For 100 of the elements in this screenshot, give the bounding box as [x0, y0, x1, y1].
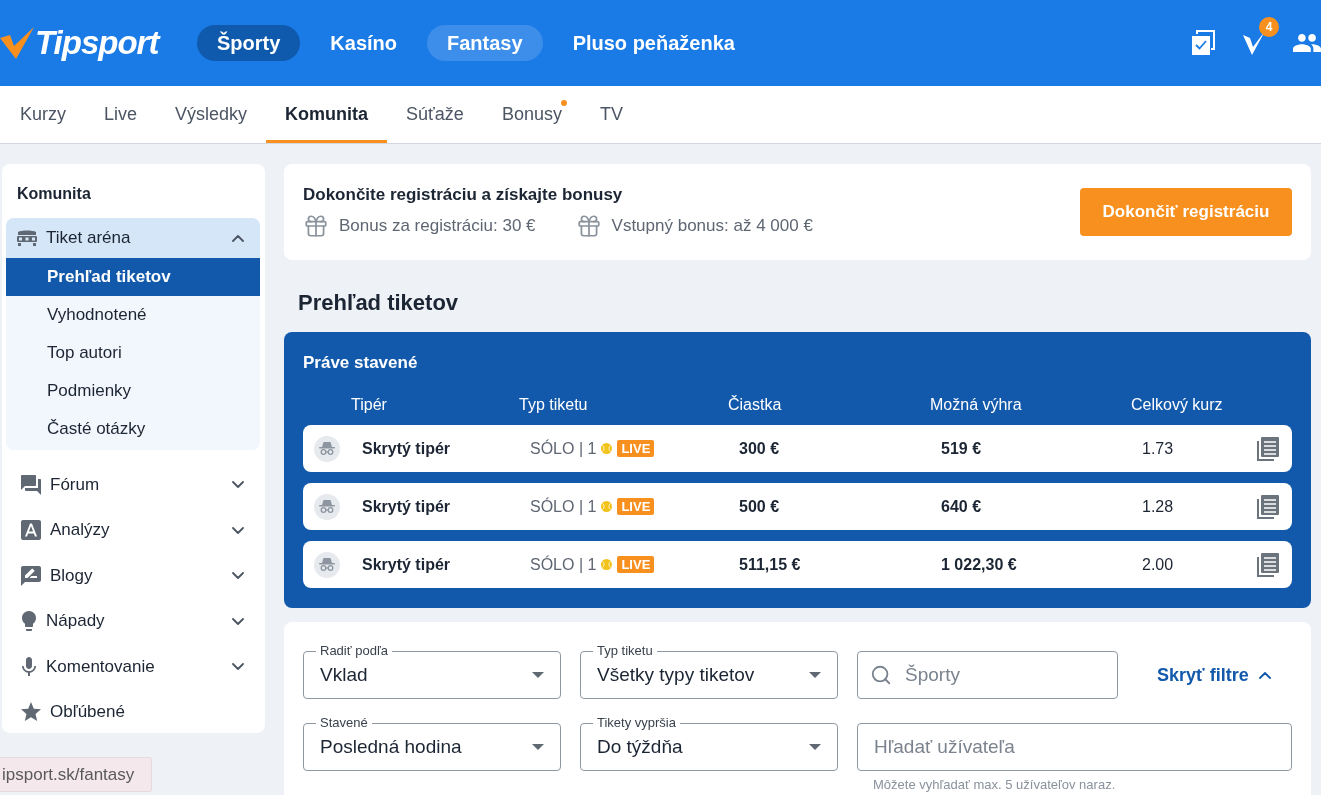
sidebar-item-label: Komentovanie	[46, 656, 156, 677]
section-tab[interactable]: Výsledky	[156, 86, 267, 143]
dropdown-caret-icon	[532, 744, 544, 750]
sidebar-item[interactable]: Blogy	[6, 553, 260, 599]
sidebar-item[interactable]: Tiket aréna	[6, 218, 260, 258]
bonus-text: Vstupný bonus: až 4 000 €	[611, 216, 813, 236]
ball-icon	[601, 559, 613, 570]
column-header: Typ tiketu	[519, 396, 589, 414]
document-stack-icon[interactable]	[1256, 435, 1280, 462]
ticket-row[interactable]: Skrytý tipér SÓLO | 1 LIVE 511,15 € 1 022,30 € 2.00	[303, 541, 1292, 588]
ticket-row[interactable]: Skrytý tipér SÓLO | 1 LIVE 500 € 640 € 1.28	[303, 483, 1292, 530]
people-icon[interactable]	[1293, 33, 1321, 53]
sport-search-field[interactable]: Športy	[857, 651, 1118, 699]
nav-tab[interactable]: Pluso peňaženka	[552, 25, 755, 61]
sidebar-item-label: Nápady	[46, 611, 106, 632]
section-tab[interactable]: Súťaže	[387, 86, 483, 143]
dropdown-caret-icon	[809, 672, 821, 678]
section-tab[interactable]: Kurzy	[1, 86, 85, 143]
tipper-name: Skrytý tipér	[362, 439, 452, 458]
sidebar-subitem[interactable]: Podmienky	[6, 372, 260, 410]
ticket-type: SÓLO | 1	[530, 555, 597, 574]
letter-tile-icon	[21, 520, 41, 541]
sidebar-item-label: Fórum	[50, 474, 101, 495]
sidebar-subitem[interactable]: Časté otázky	[6, 410, 260, 448]
column-header: Čiastka	[728, 396, 783, 414]
sidebar-item-label: Tiket aréna	[46, 228, 132, 248]
stadium-icon	[17, 228, 37, 248]
gift-icon	[575, 213, 602, 239]
user-search-field[interactable]: Hľadať užívateľa	[857, 723, 1292, 771]
ball-icon	[601, 501, 613, 512]
column-header: Možná výhra	[930, 396, 1023, 414]
chevron-up-icon	[1258, 671, 1271, 679]
hide-filters-button[interactable]: Skryť filtre	[1137, 664, 1271, 686]
table-cell-text: 511,15 €	[739, 555, 802, 574]
table-cell-text: 519 €	[941, 439, 983, 458]
section-tab[interactable]: TV	[580, 86, 642, 143]
sidebar-subitem[interactable]: Vyhodnotené	[6, 296, 260, 334]
review-bubble-icon	[21, 565, 41, 586]
ticket-type: SÓLO | 1	[530, 497, 597, 516]
incognito-avatar-icon	[314, 435, 340, 462]
sidebar-title: Komunita	[16, 184, 92, 204]
sidebar-item[interactable]: Fórum	[6, 462, 260, 508]
hint-text: Môžete vyhľadať max. 5 užívateľov naraz.	[872, 777, 1117, 792]
column-header: Tipér	[351, 396, 388, 414]
table-cell-text: 640 €	[941, 497, 983, 516]
sidebar-item[interactable]: Nápady	[6, 598, 260, 644]
section-tab[interactable]: Bonusy	[482, 86, 581, 143]
sidebar-subitem[interactable]: Prehľad tiketov	[6, 258, 260, 296]
bonus-text: Bonus za registráciu: 30 €	[339, 216, 536, 236]
sidebar-subitem[interactable]: Top autori	[6, 334, 260, 372]
table-cell-text: 1.73	[1142, 439, 1175, 458]
section-tab[interactable]: Komunita	[266, 86, 388, 143]
chat-bubbles-icon	[21, 474, 41, 495]
status-url: ipsport.sk/fantasy	[0, 757, 152, 792]
dropdown-caret-icon	[532, 672, 544, 678]
section-tab[interactable]: Live	[85, 86, 157, 143]
tipper-name: Skrytý tipér	[362, 497, 452, 516]
ball-icon	[601, 443, 613, 454]
checkmark-icon	[0, 26, 34, 60]
nav-tab[interactable]: Športy	[197, 25, 301, 61]
ticket-type: SÓLO | 1	[530, 439, 597, 458]
dropdown-caret-icon	[809, 744, 821, 750]
banner-title: Dokončite registráciu a získajte bonusy	[303, 185, 624, 205]
select-value: Vklad	[320, 664, 369, 686]
table-cell-text: 300 €	[739, 439, 781, 458]
live-badge: LIVE	[617, 556, 655, 573]
field-label: Radiť podľa	[316, 643, 392, 659]
logo-text[interactable]: Tipsport	[35, 24, 159, 62]
lightbulb-icon	[21, 611, 37, 632]
field-label: Tikety vypršia	[593, 715, 680, 731]
document-stack-icon[interactable]	[1256, 551, 1280, 578]
incognito-avatar-icon	[314, 551, 340, 578]
select-value: Posledná hodina	[320, 736, 463, 758]
column-header: Celkový kurz	[1131, 396, 1224, 414]
search-icon	[870, 664, 892, 686]
live-badge: LIVE	[617, 498, 655, 515]
document-stack-icon[interactable]	[1256, 493, 1280, 520]
select-value: Všetky typy tiketov	[597, 664, 756, 686]
panel-title: Práve stavené	[303, 352, 419, 374]
table-cell-text: 1 022,30 €	[941, 555, 1018, 574]
field-label: Typ tiketu	[593, 643, 657, 659]
gift-icon	[303, 213, 329, 239]
table-cell-text: 1.28	[1142, 497, 1175, 516]
sidebar-item-label: Obľúbené	[50, 702, 126, 723]
table-cell-text: 2.00	[1142, 555, 1175, 574]
table-cell-text: 500 €	[739, 497, 781, 516]
ticket-row[interactable]: Skrytý tipér SÓLO | 1 LIVE 300 € 519 € 1.73	[303, 425, 1292, 472]
incognito-avatar-icon	[314, 493, 340, 520]
ticket-check-icon[interactable]	[1191, 30, 1215, 56]
microphone-icon	[21, 656, 37, 677]
sidebar-item-label: Analýzy	[50, 520, 111, 541]
star-icon	[21, 702, 41, 723]
sidebar-item[interactable]: Obľúbené	[6, 689, 260, 735]
nav-tab[interactable]: Kasíno	[310, 25, 418, 61]
notification-badge: 4	[1259, 17, 1279, 37]
sidebar-item[interactable]: Analýzy	[6, 507, 260, 553]
live-badge: LIVE	[617, 440, 655, 457]
page-title: Prehľad tiketov	[297, 289, 460, 317]
sidebar-item-label: Blogy	[50, 565, 94, 586]
sidebar-item[interactable]: Komentovanie	[6, 644, 260, 690]
